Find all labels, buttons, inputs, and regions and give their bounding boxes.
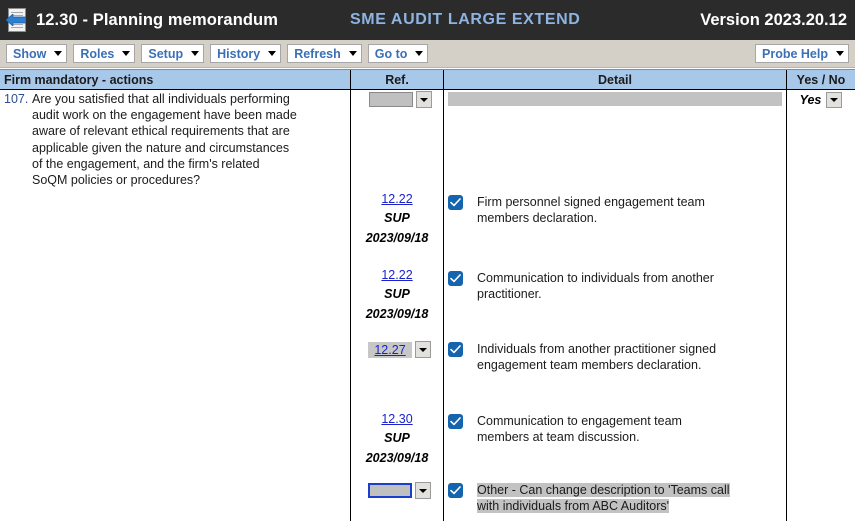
yesno-dropdown-button[interactable]	[826, 92, 843, 108]
back-document-icon[interactable]	[6, 8, 28, 32]
checklist-grid: Firm mandatory - actions Ref. Detail Yes…	[0, 69, 855, 521]
engagement-descriptor: SME AUDIT LARGE EXTEND	[350, 11, 581, 28]
ref-combo-focused[interactable]	[368, 482, 431, 499]
ref-date: 2023/09/18	[365, 231, 429, 245]
ref-entry: 12.30 SUP 2023/09/18	[351, 412, 443, 465]
ref-column: 12.22 SUP 2023/09/18 12.22 SUP 2023/09/1…	[351, 91, 443, 521]
toolbar-button-label: Go to	[374, 46, 408, 61]
ref-sup: SUP	[384, 211, 410, 225]
toolbar: Show Roles Setup History Refresh Go to P…	[0, 40, 855, 68]
checkbox-checked[interactable]	[448, 342, 463, 357]
chevron-down-icon	[420, 97, 428, 102]
chevron-down-icon	[419, 347, 427, 352]
toolbar-button-setup[interactable]: Setup	[141, 44, 205, 63]
toolbar-button-label: Roles	[80, 46, 115, 61]
ref-combo-question[interactable]	[369, 91, 432, 108]
ref-link[interactable]: 12.30	[351, 412, 443, 426]
ref-combo-value-box[interactable]	[369, 92, 413, 107]
check-icon	[450, 274, 461, 283]
detail-row: Other - Can change description to 'Teams…	[448, 482, 784, 514]
ref-entry: 12.22 SUP 2023/09/18	[351, 192, 443, 245]
detail-row: Firm personnel signed engagement team me…	[448, 194, 784, 226]
ref-combo-dropdown-button[interactable]	[415, 341, 431, 358]
toolbar-button-label: Setup	[148, 46, 184, 61]
detail-text-highlighted[interactable]: Other - Can change description to 'Teams…	[477, 482, 730, 514]
toolbar-button-roles[interactable]: Roles	[73, 44, 136, 63]
toolbar-button-label: History	[217, 46, 261, 61]
yesno-combo[interactable]: Yes	[787, 91, 855, 108]
toolbar-button-label: Refresh	[294, 46, 341, 61]
checkbox-checked[interactable]	[448, 483, 463, 498]
toolbar-button-label: Show	[13, 46, 47, 61]
detail-text: Firm personnel signed engagement team me…	[477, 195, 705, 226]
toolbar-button-go-to[interactable]: Go to	[367, 44, 429, 63]
chevron-down-icon	[419, 488, 427, 493]
ref-date: 2023/09/18	[365, 307, 429, 321]
chevron-down-icon	[122, 51, 131, 56]
yesno-value: Yes	[799, 93, 822, 107]
detail-text: Communication to individuals from anothe…	[477, 271, 714, 302]
column-header-detail: Detail	[597, 72, 633, 87]
version-label: Version 2023.20.12	[700, 10, 847, 29]
check-icon	[450, 198, 461, 207]
page-title: 12.30 - Planning memorandum	[36, 10, 279, 29]
check-icon	[450, 417, 461, 426]
ref-date: 2023/09/18	[365, 451, 429, 465]
checkbox-checked[interactable]	[448, 271, 463, 286]
toolbar-button-history[interactable]: History	[210, 44, 282, 63]
ref-entry: 12.22 SUP 2023/09/18	[351, 268, 443, 321]
detail-column: Firm personnel signed engagement team me…	[444, 91, 786, 521]
detail-text: Communication to engagement team members…	[477, 414, 682, 445]
ref-combo-selected[interactable]: 12.27	[368, 341, 431, 358]
title-bar: 12.30 - Planning memorandum SME AUDIT LA…	[0, 0, 855, 40]
detail-text: Individuals from another practitioner si…	[477, 342, 717, 373]
toolbar-button-show[interactable]: Show	[6, 44, 68, 63]
toolbar-button-probe-help[interactable]: Probe Help	[755, 44, 849, 63]
title-bar-left: 12.30 - Planning memorandum	[0, 8, 340, 32]
column-header-actions: Firm mandatory - actions	[4, 72, 154, 87]
column-header-yesno: Yes / No	[796, 72, 846, 87]
grid-header-row: Firm mandatory - actions Ref. Detail Yes…	[0, 70, 855, 90]
detail-row: Communication to individuals from anothe…	[448, 270, 784, 302]
column-header-ref: Ref.	[385, 72, 409, 87]
ref-combo-value-box[interactable]: 12.27	[368, 341, 412, 358]
question-block: 107. Are you satisfied that all individu…	[2, 91, 347, 188]
ref-sup: SUP	[384, 431, 410, 445]
check-icon	[450, 486, 461, 495]
chevron-down-icon	[191, 51, 200, 56]
detail-question-field[interactable]	[448, 92, 782, 106]
checkbox-checked[interactable]	[448, 414, 463, 429]
detail-row: Individuals from another practitioner si…	[448, 341, 784, 373]
ref-link[interactable]: 12.22	[351, 268, 443, 282]
document-line	[11, 27, 23, 28]
checkbox-checked[interactable]	[448, 195, 463, 210]
ref-combo-value: 12.27	[374, 342, 406, 357]
column-divider	[786, 70, 787, 521]
left-arrow-glyph	[6, 14, 26, 26]
chevron-down-icon	[415, 51, 424, 56]
question-number: 107.	[4, 92, 29, 106]
detail-row: Communication to engagement team members…	[448, 413, 784, 445]
yesno-column: Yes	[787, 91, 855, 108]
ref-sup: SUP	[384, 287, 410, 301]
question-text: Are you satisfied that all individuals p…	[32, 92, 297, 188]
ref-combo-dropdown-button[interactable]	[416, 91, 432, 108]
ref-link[interactable]: 12.22	[351, 192, 443, 206]
chevron-down-icon	[836, 51, 844, 56]
check-icon	[450, 345, 461, 354]
ref-combo-dropdown-button[interactable]	[415, 482, 431, 499]
chevron-down-icon	[268, 51, 277, 56]
detail-text-value: Other - Can change description to 'Teams…	[477, 483, 730, 514]
chevron-down-icon	[54, 51, 63, 56]
chevron-down-icon	[348, 51, 357, 56]
toolbar-button-label: Probe Help	[762, 46, 828, 61]
toolbar-button-refresh[interactable]: Refresh	[287, 44, 362, 63]
document-line	[11, 12, 23, 13]
ref-combo-value-box[interactable]	[368, 483, 412, 498]
chevron-down-icon	[830, 98, 839, 102]
